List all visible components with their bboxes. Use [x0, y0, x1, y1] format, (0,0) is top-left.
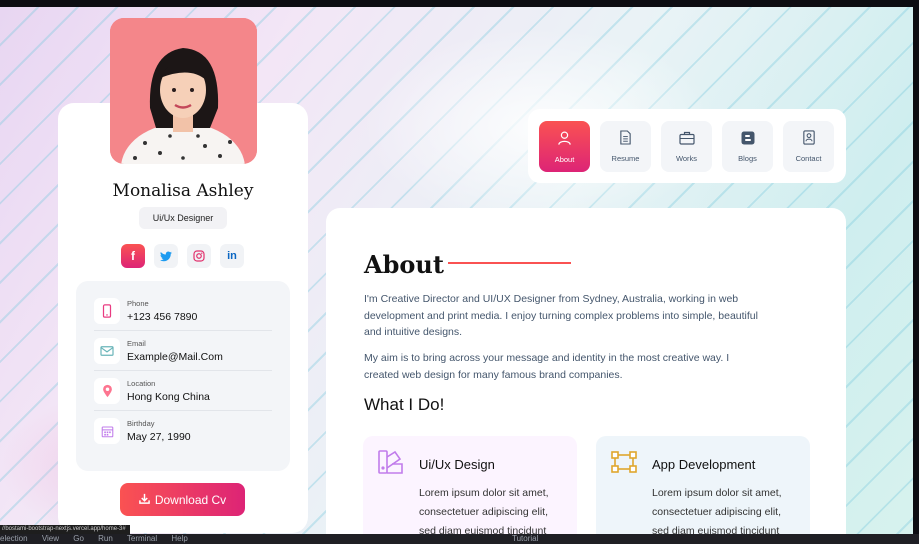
- contact-value: Example@Mail.Com: [127, 350, 223, 363]
- nav-label: Resume: [611, 154, 640, 163]
- nav-about[interactable]: About: [539, 121, 590, 172]
- taskbar-center[interactable]: Tutorial: [512, 534, 538, 544]
- avatar: [110, 18, 257, 164]
- service-text: Lorem ipsum dolor sit amet, consectetuer…: [652, 487, 782, 537]
- phone-icon: [94, 297, 120, 324]
- instagram-icon[interactable]: [187, 244, 211, 268]
- taskbar-item[interactable]: Terminal: [127, 534, 157, 543]
- linkedin-icon[interactable]: in: [220, 244, 244, 268]
- service-title: Ui/Ux Design: [419, 457, 495, 472]
- service-card-uiux: Ui/Ux Design Lorem ipsum dolor sit amet,…: [363, 436, 577, 544]
- taskbar-item[interactable]: Run: [98, 534, 113, 543]
- service-card-app-dev: App Development Lorem ipsum dolor sit am…: [596, 436, 810, 544]
- nav-resume[interactable]: Resume: [600, 121, 651, 172]
- location-icon: [94, 377, 120, 404]
- calendar-icon: [94, 418, 120, 444]
- service-text: Lorem ipsum dolor sit amet, consectetuer…: [419, 487, 549, 537]
- twitter-icon[interactable]: [154, 244, 178, 268]
- contact-value: +123 456 7890: [127, 310, 198, 323]
- blogger-icon: [741, 131, 755, 150]
- contact-row-phone: Phone +123 456 7890: [94, 291, 272, 331]
- download-cv-label: Download Cv: [154, 492, 227, 507]
- about-title: About: [364, 250, 444, 279]
- app-development-icon: [610, 449, 638, 480]
- profile-role-badge: Ui/Ux Designer: [139, 207, 227, 229]
- nav-works[interactable]: Works: [661, 121, 712, 172]
- title-underline: [448, 262, 571, 264]
- download-icon: [138, 493, 150, 507]
- nav-blogs[interactable]: Blogs: [722, 121, 773, 172]
- contact-label: Email: [127, 338, 146, 348]
- contact-value: May 27, 1990: [127, 431, 191, 443]
- contact-card-icon: [802, 130, 816, 150]
- social-links: f in: [121, 244, 244, 268]
- nav-label: Blogs: [738, 153, 757, 163]
- contact-label: Phone: [127, 298, 149, 308]
- taskbar-item[interactable]: Go: [73, 534, 84, 543]
- about-paragraph-1: I'm Creative Director and UI/UX Designer…: [364, 293, 758, 338]
- nav-label: Works: [675, 153, 698, 163]
- email-icon: [94, 337, 120, 364]
- contact-row-birthday: Birthday May 27, 1990: [94, 411, 272, 451]
- status-url: //bostami-bootstrap-nextjs.vercel.app/ho…: [0, 525, 130, 534]
- nav-label: Contact: [795, 154, 822, 163]
- taskbar-item[interactable]: Help: [171, 534, 187, 543]
- design-icon: [377, 449, 405, 480]
- about-paragraph-2: My aim is to bring across your message a…: [364, 352, 730, 381]
- taskbar: election View Go Run Terminal Help Tutor…: [0, 534, 919, 544]
- contact-value: Hong Kong China: [127, 390, 210, 403]
- taskbar-item[interactable]: View: [42, 534, 59, 543]
- contact-row-location: Location Hong Kong China: [94, 371, 272, 411]
- contact-label: Location: [127, 378, 156, 388]
- download-cv-button[interactable]: Download Cv: [120, 483, 245, 516]
- taskbar-item[interactable]: election: [0, 534, 28, 543]
- service-title: App Development: [652, 457, 756, 472]
- document-icon: [619, 130, 632, 150]
- nav-contact[interactable]: Contact: [783, 121, 834, 172]
- profile-name: Monalisa Ashley: [112, 181, 254, 201]
- user-icon: [557, 130, 572, 151]
- what-i-do-title: What I Do!: [364, 395, 445, 414]
- contact-row-email: Email Example@Mail.Com: [94, 331, 272, 371]
- facebook-icon[interactable]: f: [121, 244, 145, 268]
- contact-info-box: Phone +123 456 7890 Email Example@Mail.C…: [76, 281, 290, 471]
- nav-label: About: [554, 154, 575, 164]
- briefcase-icon: [678, 131, 695, 150]
- contact-label: Birthday: [127, 419, 155, 428]
- main-nav: About Resume Works Blogs Contact: [528, 109, 846, 183]
